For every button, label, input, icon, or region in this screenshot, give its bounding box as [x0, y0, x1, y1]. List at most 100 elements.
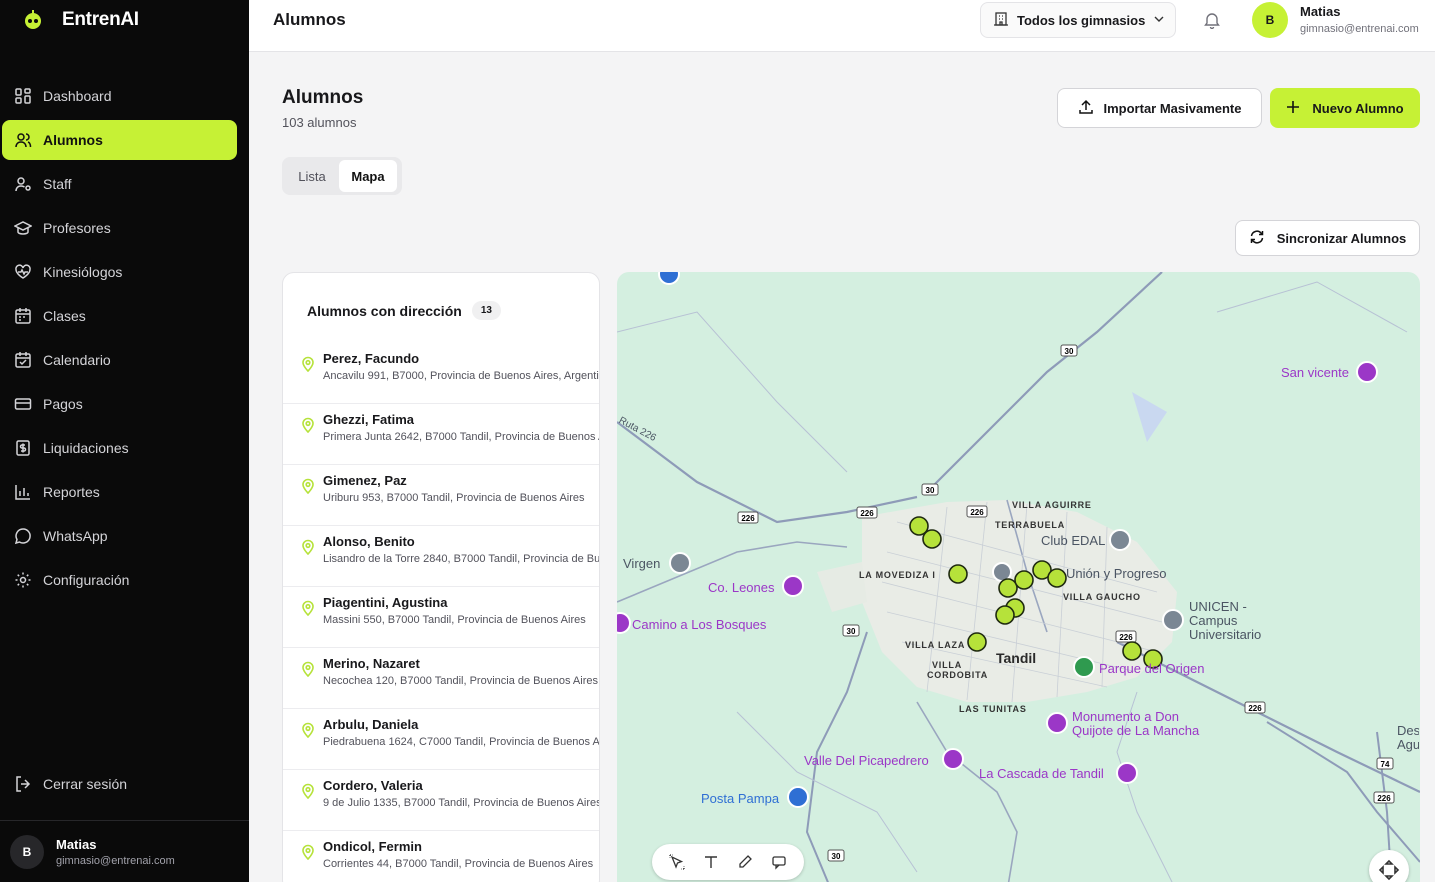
sidebar: EntrenAI Dashboard Alumnos Staff Profeso… — [0, 0, 249, 882]
map-label-posta: Posta Pampa — [701, 791, 780, 806]
import-button[interactable]: Importar Masivamente — [1057, 88, 1262, 128]
sidebar-item-label: Clases — [43, 308, 86, 324]
map-label-des-agu: Des Agu — [1397, 724, 1419, 752]
list-item[interactable]: Arbulu, Daniela Piedrabuena 1624, C7000 … — [283, 709, 600, 770]
logout-icon — [14, 775, 32, 793]
map-pin-icon — [301, 417, 315, 434]
map-label-terrabuela: TERRABUELA — [995, 520, 1065, 530]
comment-tool-icon[interactable] — [770, 853, 788, 871]
map-pin-icon — [301, 844, 315, 861]
sync-button[interactable]: Sincronizar Alumnos — [1235, 220, 1420, 256]
student-address: Necochea 120, B7000 Tandil, Provincia de… — [323, 675, 598, 687]
pencil-tool-icon[interactable] — [736, 853, 754, 871]
page-title: Alumnos — [282, 87, 364, 108]
chat-bubble-icon — [14, 527, 32, 545]
staff-icon — [14, 175, 32, 193]
sidebar-user[interactable]: B Matias gimnasio@entrenai.com — [0, 820, 249, 882]
brand[interactable]: EntrenAI — [20, 6, 139, 34]
sidebar-item-profesores[interactable]: Profesores — [2, 208, 237, 248]
top-user[interactable]: Matias gimnasio@entrenai.com — [1300, 4, 1419, 35]
sidebar-item-liquidaciones[interactable]: Liquidaciones — [2, 428, 237, 468]
sidebar-item-alumnos[interactable]: Alumnos — [2, 120, 237, 160]
svg-text:226: 226 — [1248, 704, 1262, 713]
robot-logo-icon — [20, 7, 46, 33]
svg-text:226: 226 — [741, 514, 755, 523]
list-item[interactable]: Alonso, Benito Lisandro de la Torre 2840… — [283, 526, 600, 587]
brand-name: EntrenAI — [62, 9, 139, 30]
map-label-villa-cordobita: VILLA CORDOBITA — [927, 660, 989, 680]
view-tabs: Lista Mapa — [282, 157, 402, 195]
tab-lista[interactable]: Lista — [285, 160, 339, 192]
student-name: Perez, Facundo — [323, 351, 420, 366]
sidebar-item-label: Reportes — [43, 484, 100, 500]
sync-label: Sincronizar Alumnos — [1276, 230, 1407, 246]
map-label-tandil: Tandil — [996, 650, 1037, 666]
list-item[interactable]: Ondicol, Fermin Corrientes 44, B7000 Tan… — [283, 831, 599, 882]
credit-card-icon — [14, 395, 32, 413]
user-email: gimnasio@entrenai.com — [1300, 23, 1419, 35]
student-name: Piagentini, Agustina — [323, 595, 448, 610]
page-header-title: Alumnos — [273, 10, 346, 29]
map-label-parque-origen: Parque del Origen — [1099, 661, 1205, 676]
map-label-unicen: UNICEN - Campus Universitario — [1189, 599, 1262, 642]
new-student-button[interactable]: Nuevo Alumno — [1270, 88, 1420, 128]
map-pin-icon — [301, 539, 315, 556]
select-tool-icon[interactable] — [668, 853, 686, 871]
student-address: Massini 550, B7000 Tandil, Provincia de … — [323, 614, 586, 626]
chevron-down-icon — [1153, 13, 1165, 28]
plus-icon — [1286, 100, 1300, 117]
sidebar-item-whatsapp[interactable]: WhatsApp — [2, 516, 237, 556]
heart-pulse-icon — [14, 263, 32, 281]
students-list: Perez, Facundo Ancavilu 991, B7000, Prov… — [283, 343, 600, 882]
sidebar-item-configuracion[interactable]: Configuración — [2, 560, 237, 600]
new-student-label: Nuevo Alumno — [1312, 100, 1404, 116]
map-pin-icon — [301, 783, 315, 800]
map-label-monumento: Monumento a Don Quijote de La Mancha — [1072, 709, 1200, 738]
list-item[interactable]: Ghezzi, Fatima Primera Junta 2642, B7000… — [283, 404, 599, 465]
svg-text:226: 226 — [860, 509, 874, 518]
list-item[interactable]: Cordero, Valeria 9 de Julio 1335, B7000 … — [283, 770, 600, 831]
svg-text:74: 74 — [1381, 760, 1390, 769]
sidebar-item-label: Liquidaciones — [43, 440, 129, 456]
import-label: Importar Masivamente — [1103, 100, 1242, 116]
svg-text:226: 226 — [970, 508, 984, 517]
text-tool-icon[interactable] — [702, 853, 720, 871]
student-name: Ondicol, Fermin — [323, 839, 422, 854]
svg-text:30: 30 — [847, 627, 856, 636]
list-item[interactable]: Perez, Facundo Ancavilu 991, B7000, Prov… — [283, 343, 600, 404]
bell-icon[interactable] — [1203, 11, 1221, 30]
student-address: Lisandro de la Torre 2840, B7000 Tandil,… — [323, 553, 600, 565]
student-name: Arbulu, Daniela — [323, 717, 419, 732]
list-item[interactable]: Gimenez, Paz Uriburu 953, B7000 Tandil, … — [283, 465, 599, 526]
map-label-valle: Valle Del Picapedrero — [804, 753, 929, 768]
student-address: Ancavilu 991, B7000, Provincia de Buenos… — [323, 370, 600, 382]
tab-mapa[interactable]: Mapa — [339, 160, 397, 192]
sidebar-item-label: Kinesiólogos — [43, 264, 123, 280]
list-item[interactable]: Piagentini, Agustina Massini 550, B7000 … — [283, 587, 599, 648]
sidebar-item-dashboard[interactable]: Dashboard — [2, 76, 237, 116]
students-map[interactable]: 30 30 30 30 226 226 226 226 226 226 74 S… — [617, 272, 1420, 882]
sidebar-item-label: Alumnos — [43, 132, 103, 148]
sidebar-item-clases[interactable]: Clases — [2, 296, 237, 336]
svg-text:30: 30 — [926, 486, 935, 495]
students-count: 103 alumnos — [282, 115, 357, 130]
student-address: Uriburu 953, B7000 Tandil, Provincia de … — [323, 492, 585, 504]
dashboard-icon — [14, 87, 32, 105]
sidebar-item-calendario[interactable]: Calendario — [2, 340, 237, 380]
sidebar-item-reportes[interactable]: Reportes — [2, 472, 237, 512]
list-item[interactable]: Merino, Nazaret Necochea 120, B7000 Tand… — [283, 648, 599, 709]
student-address: 9 de Julio 1335, B7000 Tandil, Provincia… — [323, 797, 600, 809]
sidebar-item-staff[interactable]: Staff — [2, 164, 237, 204]
avatar[interactable]: B — [1252, 2, 1288, 38]
student-address: Piedrabuena 1624, C7000 Tandil, Provinci… — [323, 736, 600, 748]
gym-select[interactable]: Todos los gimnasios — [980, 2, 1176, 38]
students-address-panel: Alumnos con dirección 13 Perez, Facundo … — [282, 272, 600, 882]
sidebar-item-kinesiologos[interactable]: Kinesiólogos — [2, 252, 237, 292]
sidebar-nav: Dashboard Alumnos Staff Profesores Kines… — [0, 76, 249, 604]
map-label-camino-bosques: Camino a Los Bosques — [632, 617, 767, 632]
sidebar-item-pagos[interactable]: Pagos — [2, 384, 237, 424]
logout-button[interactable]: Cerrar sesión — [2, 764, 127, 804]
svg-text:226: 226 — [1119, 633, 1133, 642]
user-name: Matias — [1300, 4, 1341, 19]
fullscreen-icon[interactable] — [1369, 850, 1409, 882]
